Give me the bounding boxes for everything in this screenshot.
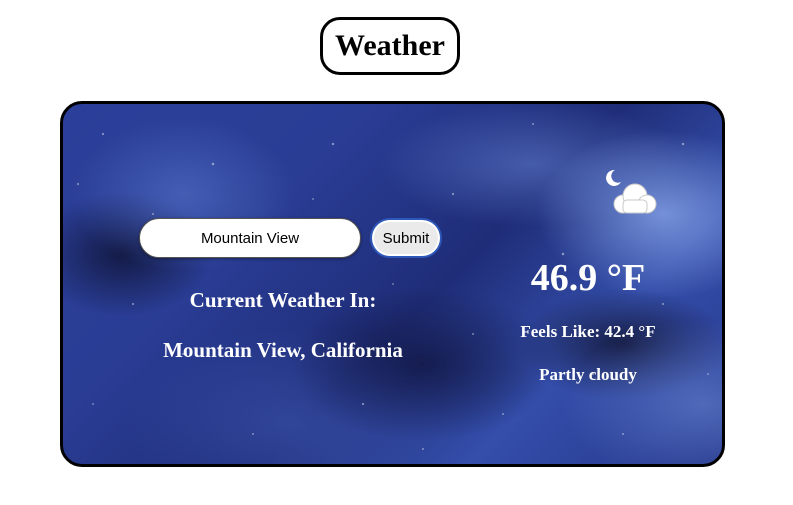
current-weather-heading: Current Weather In:	[189, 288, 377, 312]
submit-button[interactable]: Submit	[370, 218, 442, 258]
page-title: Weather	[320, 17, 460, 75]
temperature: 46.9 °F	[530, 257, 646, 299]
partly-cloudy-night-icon	[601, 166, 661, 216]
location-search-input[interactable]	[139, 218, 361, 258]
weather-condition: Partly cloudy	[539, 365, 637, 384]
location-name: Mountain View, California	[163, 338, 403, 362]
feels-like: Feels Like: 42.4 °F	[520, 322, 656, 341]
weather-page: Weather Submit Current Weather In: Mount…	[0, 0, 793, 505]
weather-card: Submit Current Weather In: Mountain View…	[60, 101, 725, 467]
